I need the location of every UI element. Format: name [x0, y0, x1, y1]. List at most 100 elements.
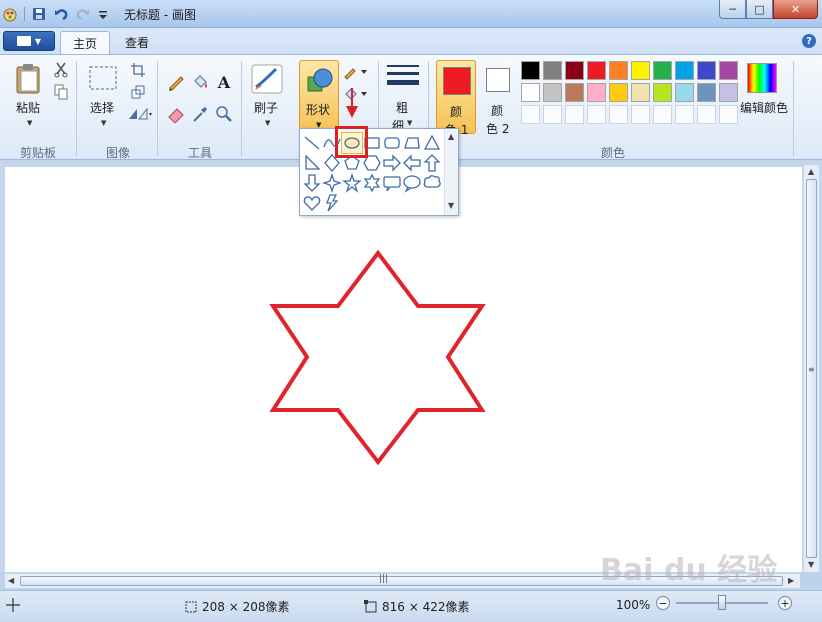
palette-color[interactable] [609, 61, 628, 80]
palette-color[interactable] [565, 83, 584, 102]
help-icon[interactable]: ? [802, 34, 816, 48]
color1-button[interactable]: 颜 色 1 [436, 60, 476, 137]
brush-icon[interactable] [250, 63, 284, 95]
color-picker-icon[interactable] [191, 105, 209, 123]
drawing-canvas[interactable] [5, 167, 802, 572]
shape-four-point-star-icon[interactable] [322, 173, 342, 193]
save-icon[interactable] [31, 6, 47, 22]
scroll-left-icon[interactable]: ◀ [8, 576, 14, 585]
shape-cloud-callout-icon[interactable] [422, 173, 442, 193]
shape-line-icon[interactable] [302, 133, 322, 153]
minimize-button[interactable]: ─ [719, 0, 746, 19]
shape-triangle-icon[interactable] [422, 133, 442, 153]
line-width-icon[interactable] [386, 61, 420, 93]
crop-icon[interactable] [129, 61, 147, 79]
palette-color[interactable] [719, 105, 738, 124]
size-label-line1[interactable]: 粗 [396, 99, 408, 116]
palette-color[interactable] [675, 61, 694, 80]
paste-dropdown-icon[interactable]: ▼ [27, 119, 32, 127]
zoom-out-button[interactable]: − [656, 596, 670, 610]
shapes-button[interactable]: 形状 ▼ [299, 60, 339, 134]
magnifier-icon[interactable] [215, 105, 233, 123]
shape-right-arrow-icon[interactable] [382, 153, 402, 173]
scroll-up-icon[interactable]: ▲ [808, 167, 814, 176]
paint-menu-button[interactable]: ▼ [3, 31, 55, 51]
shape-left-arrow-icon[interactable] [402, 153, 422, 173]
cut-icon[interactable] [52, 61, 70, 79]
select-dropdown-icon[interactable]: ▼ [101, 119, 106, 127]
palette-color[interactable] [565, 61, 584, 80]
scroll-down-icon[interactable]: ▼ [808, 560, 814, 569]
palette-color[interactable] [631, 105, 650, 124]
text-tool-icon[interactable]: A [215, 73, 233, 92]
rotate-icon[interactable] [127, 105, 153, 123]
palette-color[interactable] [719, 83, 738, 102]
paste-button[interactable] [14, 63, 44, 95]
shape-down-arrow-icon[interactable] [302, 173, 322, 193]
palette-color[interactable] [587, 61, 606, 80]
palette-color[interactable] [653, 105, 672, 124]
palette-color[interactable] [697, 83, 716, 102]
palette-color[interactable] [653, 61, 672, 80]
palette-color[interactable] [521, 61, 540, 80]
shape-rounded-rectangle-icon[interactable] [382, 133, 402, 153]
brushes-dropdown-icon[interactable]: ▼ [265, 119, 270, 127]
shape-six-point-star-icon[interactable] [362, 173, 382, 193]
resize-icon[interactable] [129, 83, 147, 101]
palette-color[interactable] [697, 61, 716, 80]
palette-color[interactable] [675, 83, 694, 102]
palette-color[interactable] [609, 83, 628, 102]
fill-icon[interactable] [191, 73, 209, 91]
palette-color[interactable] [565, 105, 584, 124]
gallery-scroll-down-icon[interactable]: ▼ [448, 201, 454, 210]
shape-heart-icon[interactable] [302, 193, 322, 213]
shape-up-arrow-icon[interactable] [422, 153, 442, 173]
vertical-scrollbar[interactable]: ▲ ≡ ▼ [803, 165, 819, 572]
palette-color[interactable] [609, 105, 628, 124]
palette-color[interactable] [697, 105, 716, 124]
brushes-label[interactable]: 刷子 [254, 99, 278, 116]
pencil-icon[interactable] [167, 73, 185, 91]
eraser-icon[interactable] [167, 105, 185, 123]
redo-icon[interactable] [75, 6, 91, 22]
shape-right-triangle-icon[interactable] [302, 153, 322, 173]
shape-rounded-callout-icon[interactable] [382, 173, 402, 193]
select-button[interactable] [88, 65, 118, 91]
edit-colors-icon[interactable] [747, 63, 777, 93]
zoom-in-button[interactable]: + [778, 596, 792, 610]
tab-view[interactable]: 查看 [113, 31, 161, 54]
shape-lightning-icon[interactable] [322, 193, 342, 213]
shape-five-point-star-icon[interactable] [342, 173, 362, 193]
outline-icon[interactable] [343, 63, 369, 81]
customize-qa-chevron-icon[interactable] [97, 6, 113, 22]
palette-color[interactable] [543, 61, 562, 80]
tab-home[interactable]: 主页 [60, 31, 111, 54]
palette-color[interactable] [653, 83, 672, 102]
edit-colors-label[interactable]: 编辑颜色 [740, 99, 788, 116]
shape-polygon-icon[interactable] [402, 133, 422, 153]
palette-color[interactable] [543, 105, 562, 124]
palette-color[interactable] [587, 83, 606, 102]
palette-color[interactable] [543, 83, 562, 102]
palette-color[interactable] [675, 105, 694, 124]
scroll-right-icon[interactable]: ▶ [788, 576, 794, 585]
gallery-scrollbar[interactable]: ▲ ▼ [444, 129, 458, 215]
vertical-scroll-thumb[interactable]: ≡ [806, 179, 817, 558]
copy-icon[interactable] [52, 83, 70, 101]
zoom-slider-thumb[interactable] [718, 595, 726, 610]
palette-color[interactable] [587, 105, 606, 124]
gallery-scroll-up-icon[interactable]: ▲ [448, 132, 454, 141]
color2-button[interactable]: 颜 色 2 [480, 60, 516, 136]
paste-label[interactable]: 粘贴 [16, 99, 40, 116]
undo-icon[interactable] [53, 6, 69, 22]
palette-color[interactable] [521, 83, 540, 102]
close-button[interactable]: ✕ [773, 0, 818, 19]
shape-oval-callout-icon[interactable] [402, 173, 422, 193]
palette-color[interactable] [631, 61, 650, 80]
select-label[interactable]: 选择 [90, 99, 114, 116]
palette-color[interactable] [521, 105, 540, 124]
palette-color[interactable] [631, 83, 650, 102]
size-dropdown-icon[interactable]: ▼ [407, 119, 412, 127]
palette-color[interactable] [719, 61, 738, 80]
paint-app-icon[interactable] [2, 6, 18, 22]
